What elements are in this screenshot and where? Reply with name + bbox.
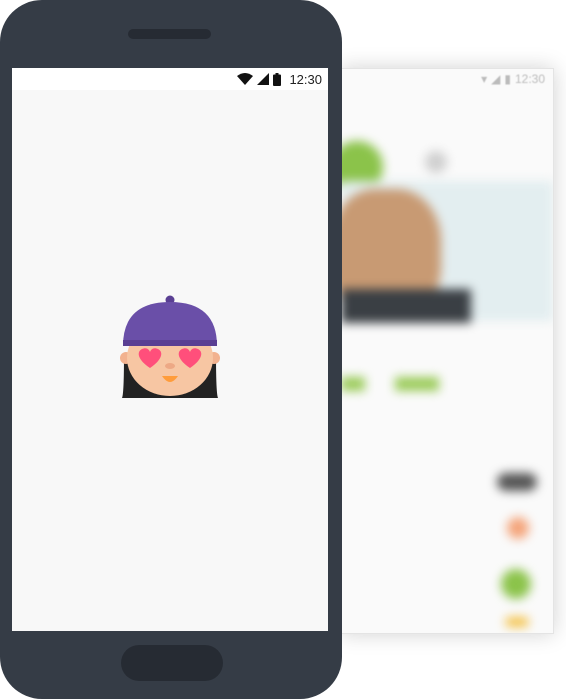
background-green-text-1 xyxy=(341,377,365,391)
background-gray-blob xyxy=(425,151,447,173)
background-green-dot xyxy=(501,569,531,599)
signal-icon: ◢ xyxy=(491,72,501,86)
background-photo-shirt xyxy=(341,289,471,323)
nose xyxy=(165,363,175,369)
cap-brim xyxy=(123,340,217,346)
signal-icon xyxy=(257,73,270,85)
phone-frame: 12:30 xyxy=(0,0,342,699)
avatar-emoji xyxy=(120,295,220,398)
background-status-bar: ▾ ◢ ▮ 12:30 xyxy=(341,69,553,89)
home-button[interactable] xyxy=(121,645,223,681)
background-yellow-tag xyxy=(505,617,529,627)
background-status-time: 12:30 xyxy=(514,72,545,86)
background-green-text-2 xyxy=(395,377,439,391)
wifi-icon: ▾ xyxy=(481,72,488,86)
status-bar: 12:30 xyxy=(12,68,328,90)
background-screen-content xyxy=(341,89,553,633)
status-time: 12:30 xyxy=(289,71,322,87)
battery-icon xyxy=(273,72,282,86)
background-dark-pill xyxy=(497,473,537,491)
cap xyxy=(123,302,217,346)
phone-screen: 12:30 xyxy=(12,68,328,631)
wifi-icon xyxy=(237,73,254,85)
background-screen: ▾ ◢ ▮ 12:30 xyxy=(340,68,554,634)
phone-speaker xyxy=(128,29,211,39)
background-orange-dot xyxy=(507,517,529,539)
battery-icon: ▮ xyxy=(504,72,511,86)
